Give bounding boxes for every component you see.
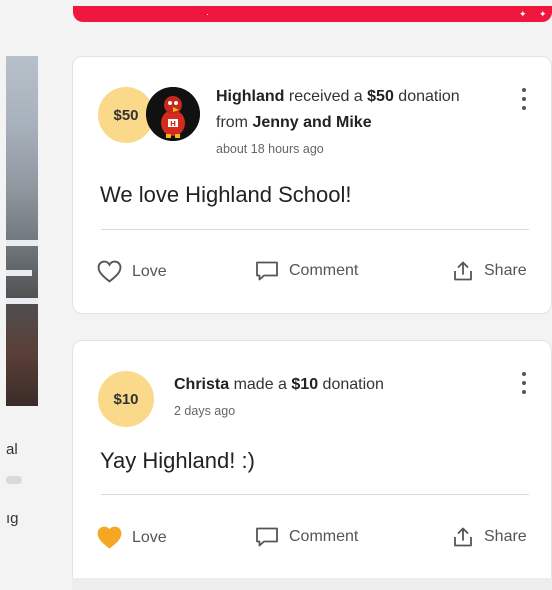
heart-icon bbox=[97, 260, 122, 283]
share-label: Share bbox=[484, 528, 527, 545]
post-donor-line: from Jenny and Mike bbox=[216, 114, 372, 131]
sparkle-icon: · bbox=[206, 9, 209, 19]
more-icon[interactable] bbox=[519, 88, 529, 110]
mascot-icon[interactable]: H bbox=[146, 87, 200, 141]
divider bbox=[101, 229, 529, 230]
svg-text:H: H bbox=[170, 120, 176, 128]
share-icon bbox=[454, 527, 472, 547]
comment-label: Comment bbox=[289, 262, 359, 279]
sparkle-icon: ✦ bbox=[539, 9, 547, 19]
comment-icon bbox=[256, 527, 278, 547]
post-headline: Highland received a $50 donation bbox=[216, 88, 460, 105]
post-message: We love Highland School! bbox=[100, 182, 352, 207]
recipient-name[interactable]: Highland bbox=[216, 88, 284, 105]
more-icon[interactable] bbox=[519, 372, 529, 394]
sparkle-icon: ✦ bbox=[519, 9, 527, 19]
comment-button[interactable]: Comment bbox=[255, 526, 358, 548]
left-progress-bar bbox=[6, 476, 22, 484]
donor-name[interactable]: Christa bbox=[174, 376, 229, 393]
post-message: Yay Highland! :) bbox=[100, 448, 255, 473]
love-label: Love bbox=[132, 528, 167, 546]
love-button[interactable]: Love bbox=[97, 526, 167, 549]
share-icon bbox=[454, 261, 472, 281]
heart-icon bbox=[97, 526, 122, 549]
donation-amount: $10 bbox=[291, 376, 319, 393]
divider bbox=[101, 494, 529, 495]
left-panel: al ıg bbox=[0, 0, 46, 590]
comment-button[interactable]: Comment bbox=[255, 260, 358, 282]
donation-post: $10 Christa made a $10 donation 2 days a… bbox=[72, 340, 552, 590]
donation-post: $50 H Highland received a $50 donation f… bbox=[72, 56, 552, 314]
next-card-edge bbox=[72, 578, 552, 590]
post-time: 2 days ago bbox=[174, 404, 236, 418]
comment-label: Comment bbox=[289, 528, 359, 545]
top-banner: · ✦ ✦ bbox=[73, 6, 552, 22]
donor-name[interactable]: Jenny and Mike bbox=[252, 114, 371, 131]
post-headline: Christa made a $10 donation bbox=[174, 376, 384, 393]
left-text-1: al bbox=[6, 441, 18, 458]
school-photo[interactable] bbox=[6, 56, 38, 406]
love-button[interactable]: Love bbox=[97, 260, 167, 283]
share-button[interactable]: Share bbox=[452, 526, 527, 548]
share-label: Share bbox=[484, 262, 527, 279]
amount-badge: $10 bbox=[98, 371, 154, 427]
love-label: Love bbox=[132, 262, 167, 280]
donation-amount: $50 bbox=[367, 88, 394, 105]
share-button[interactable]: Share bbox=[452, 260, 527, 282]
left-text-2: ıg bbox=[6, 510, 19, 527]
comment-icon bbox=[256, 261, 278, 281]
post-time: about 18 hours ago bbox=[216, 142, 324, 156]
